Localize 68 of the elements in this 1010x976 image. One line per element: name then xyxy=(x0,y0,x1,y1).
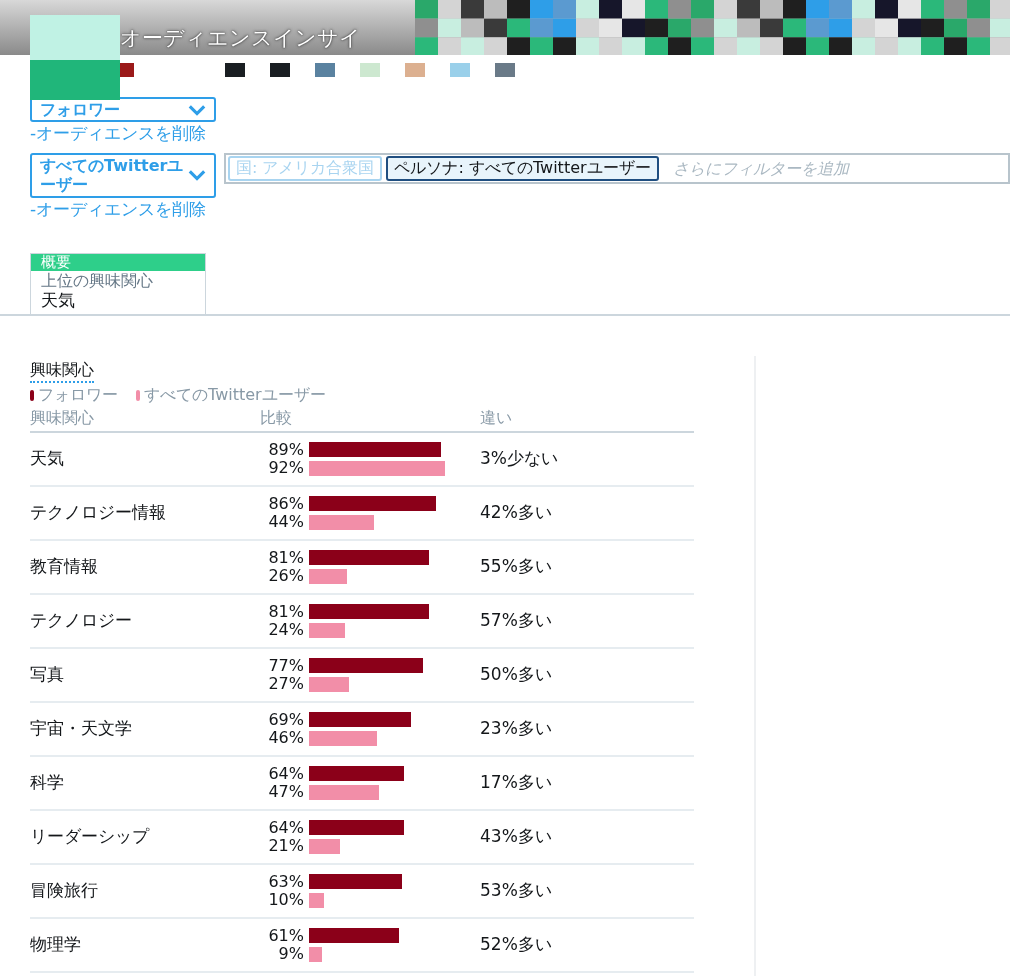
filter-chip[interactable]: ペルソナ: すべてのTwitterユーザー xyxy=(386,156,659,182)
column-header: 興味関心 xyxy=(30,407,95,429)
percent-value: 24% xyxy=(268,620,304,639)
percent-value: 69% xyxy=(268,710,304,729)
percent-value: 81% xyxy=(268,602,304,621)
percent-value: 27% xyxy=(268,674,304,693)
difference-value: 23%多い xyxy=(480,717,553,741)
percent-value: 64% xyxy=(268,818,304,837)
percent-value: 89% xyxy=(268,440,304,459)
all-users-bar xyxy=(309,784,379,800)
column-header: 比較 xyxy=(260,407,293,429)
column-header: 違い xyxy=(480,407,513,429)
difference-value: 17%多い xyxy=(480,771,553,795)
audience-dropdown[interactable]: フォロワー xyxy=(30,97,216,123)
percent-value: 86% xyxy=(268,494,304,513)
percent-value: 63% xyxy=(268,872,304,891)
logo-icon xyxy=(30,15,120,100)
difference-value: 43%多い xyxy=(480,825,553,849)
interest-name: 宇宙・天文学 xyxy=(30,717,133,741)
interest-name: 科学 xyxy=(30,771,65,795)
percent-value: 92% xyxy=(268,458,304,477)
percent-value: 77% xyxy=(268,656,304,675)
tab-subtitle: 上位の興味関心 xyxy=(40,270,154,290)
overview-tab[interactable]: 概要 上位の興味関心 天気 xyxy=(30,252,206,314)
interest-name: 冒険旅行 xyxy=(30,879,99,903)
tab-value: 天気 xyxy=(40,289,76,310)
interest-name: 天気 xyxy=(30,447,65,471)
all-users-bar xyxy=(309,622,345,638)
percent-value: 47% xyxy=(268,782,304,801)
window-title: オーディエンスインサイ xyxy=(120,25,361,52)
difference-value: 52%多い xyxy=(480,933,553,957)
all-users-bar xyxy=(309,568,348,584)
difference-value: 55%多い xyxy=(480,555,553,579)
interest-name: テクノロジー xyxy=(30,609,133,633)
difference-value: 57%多い xyxy=(480,609,553,633)
percent-value: 9% xyxy=(278,944,304,963)
legend-label: すべてのTwitterユーザー xyxy=(144,384,326,406)
percent-value: 46% xyxy=(268,728,304,747)
all-users-bar xyxy=(309,514,375,530)
interest-name: リーダーシップ xyxy=(30,825,151,849)
chevron-icon xyxy=(188,103,206,116)
interest-name: テクノロジー情報 xyxy=(30,501,167,525)
interest-name: 写真 xyxy=(30,663,65,687)
legend-label: フォロワー xyxy=(38,384,118,406)
all-users-bar xyxy=(309,946,323,962)
all-users-bar xyxy=(309,676,349,692)
percent-value: 26% xyxy=(268,566,304,585)
tab-title: 概要 xyxy=(31,253,205,271)
interest-name: 教育情報 xyxy=(30,555,99,579)
difference-value: 3%少ない xyxy=(480,447,559,471)
audience-dropdown[interactable]: すべてのTwitterユーザー xyxy=(30,153,216,198)
remove-audience-link[interactable]: -オーディエンスを削除 xyxy=(30,197,1010,221)
section-title: 興味関心 xyxy=(30,359,94,383)
difference-value: 42%多い xyxy=(480,501,553,525)
all-users-bar xyxy=(309,892,324,908)
difference-value: 53%多い xyxy=(480,879,553,903)
percent-value: 10% xyxy=(268,890,304,909)
interest-name: 物理学 xyxy=(30,933,82,957)
difference-value: 50%多い xyxy=(480,663,553,687)
remove-audience-link[interactable]: -オーディエンスを削除 xyxy=(30,122,1010,146)
percent-value: 64% xyxy=(268,764,304,783)
chevron-icon xyxy=(188,169,206,182)
all-users-bar xyxy=(309,838,341,854)
percent-value: 21% xyxy=(268,836,304,855)
all-users-bar xyxy=(309,730,378,746)
percent-value: 44% xyxy=(268,512,304,531)
percent-value: 81% xyxy=(268,548,304,567)
percent-value: 61% xyxy=(268,926,304,945)
